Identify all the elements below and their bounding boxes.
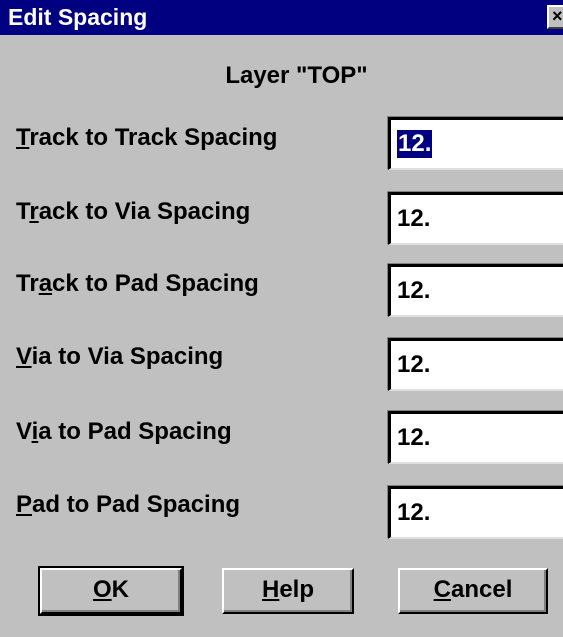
cancel-button[interactable]: Cancel [398,568,548,614]
pad-to-pad-label: Pad to Pad Spacing [16,491,241,518]
via-to-pad-input[interactable] [388,411,563,464]
help-button-label: Help [261,576,315,603]
pad-to-pad-input[interactable] [388,486,563,539]
ok-button-label: OK [92,576,129,603]
track-to-via-input[interactable] [388,192,563,245]
edit-spacing-dialog: Edit Spacing × Layer "TOP" Track to Trac… [0,0,563,637]
ok-button[interactable]: OK [38,566,184,616]
close-button[interactable]: × [547,5,563,29]
layer-label: Layer "TOP" [225,62,368,89]
window-title: Edit Spacing [8,4,148,30]
track-to-pad-input[interactable] [388,264,563,317]
via-to-via-input[interactable] [388,338,563,391]
close-icon: × [552,6,563,26]
track-to-pad-label: Track to Pad Spacing [16,270,259,297]
via-to-via-label: Via to Via Spacing [16,343,224,370]
title-bar[interactable]: Edit Spacing × [0,0,563,35]
track-to-via-label: Track to Via Spacing [16,198,251,225]
via-to-pad-label: Via to Pad Spacing [16,418,232,445]
track-to-track-label: Track to Track Spacing [16,124,278,151]
help-button[interactable]: Help [222,568,354,614]
cancel-button-label: Cancel [433,576,513,603]
track-to-track-input[interactable] [388,117,563,170]
